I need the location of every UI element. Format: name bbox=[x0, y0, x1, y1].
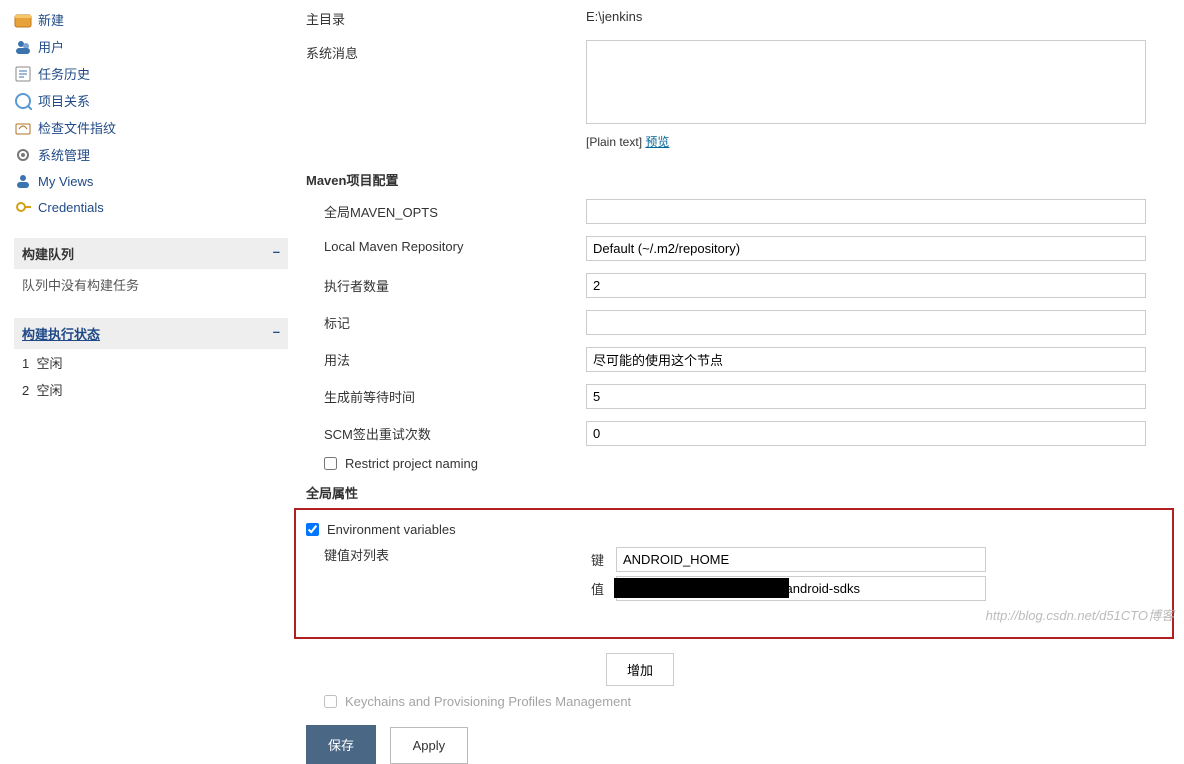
build-queue-empty: 队列中没有构建任务 bbox=[14, 269, 288, 300]
sidebar-item-new[interactable]: 新建 bbox=[14, 6, 288, 33]
executor-num: 2 bbox=[22, 383, 29, 398]
history-icon bbox=[14, 65, 32, 83]
maven-section-header: Maven项目配置 bbox=[306, 162, 1184, 193]
value-label: 值 bbox=[586, 579, 604, 598]
add-button[interactable]: 增加 bbox=[606, 653, 674, 686]
sidebar-item-manage[interactable]: 系统管理 bbox=[14, 141, 288, 168]
local-mvn-repo-label: Local Maven Repository bbox=[306, 236, 586, 254]
labels-label: 标记 bbox=[306, 310, 586, 332]
global-mvn-opts-input[interactable] bbox=[586, 199, 1146, 224]
executor-state: 空闲 bbox=[36, 356, 62, 371]
views-icon bbox=[14, 172, 32, 190]
sys-msg-helper: [Plain text] 预览 bbox=[586, 127, 1184, 156]
keychains-label: Keychains and Provisioning Profiles Mana… bbox=[345, 694, 631, 709]
watermark-text: http://blog.csdn.net/d51CTO博客 bbox=[986, 605, 1174, 624]
home-dir-label: 主目录 bbox=[306, 6, 586, 28]
sidebar-item-fingerprint[interactable]: 检查文件指纹 bbox=[14, 114, 288, 141]
sidebar-item-history[interactable]: 任务历史 bbox=[14, 60, 288, 87]
executor-row: 1 空闲 bbox=[14, 349, 288, 376]
sidebar-item-label: 系统管理 bbox=[38, 145, 90, 164]
home-dir-value: E:\jenkins bbox=[586, 6, 1184, 24]
sidebar-item-label: 任务历史 bbox=[38, 64, 90, 83]
sidebar-item-relations[interactable]: 项目关系 bbox=[14, 87, 288, 114]
build-exec-header: 构建执行状态 – bbox=[14, 318, 288, 349]
executor-state: 空闲 bbox=[36, 383, 62, 398]
collapse-icon[interactable]: – bbox=[273, 324, 280, 339]
build-queue-header: 构建队列 – bbox=[14, 238, 288, 269]
relations-icon bbox=[14, 92, 32, 110]
global-mvn-opts-label: 全局MAVEN_OPTS bbox=[306, 199, 586, 221]
sidebar-item-label: 项目关系 bbox=[38, 91, 90, 110]
redacted-icon bbox=[614, 578, 789, 598]
save-button[interactable]: 保存 bbox=[306, 725, 376, 764]
scm-retry-input[interactable] bbox=[586, 421, 1146, 446]
build-exec-title[interactable]: 构建执行状态 bbox=[22, 327, 100, 342]
usage-label: 用法 bbox=[306, 347, 586, 369]
sidebar-item-label: 用户 bbox=[38, 37, 64, 56]
restrict-naming-checkbox[interactable] bbox=[324, 457, 337, 470]
sidebar-item-my-views[interactable]: My Views bbox=[14, 168, 288, 194]
local-mvn-repo-select[interactable] bbox=[586, 236, 1146, 261]
sidebar-item-credentials[interactable]: Credentials bbox=[14, 194, 288, 220]
new-icon bbox=[14, 11, 32, 29]
build-queue-title: 构建队列 bbox=[22, 247, 74, 262]
sidebar-item-label: Credentials bbox=[38, 200, 104, 215]
apply-button[interactable]: Apply bbox=[390, 727, 469, 764]
restrict-naming-label: Restrict project naming bbox=[345, 456, 478, 471]
usage-select[interactable] bbox=[586, 347, 1146, 372]
sidebar-item-label: 新建 bbox=[38, 10, 64, 29]
sys-msg-textarea[interactable] bbox=[586, 40, 1146, 124]
executors-label: 执行者数量 bbox=[306, 273, 586, 295]
sidebar-item-label: 检查文件指纹 bbox=[38, 118, 116, 137]
env-vars-checkbox[interactable] bbox=[306, 523, 319, 536]
labels-input[interactable] bbox=[586, 310, 1146, 335]
preview-link[interactable]: 预览 bbox=[645, 135, 669, 149]
env-vars-label: Environment variables bbox=[327, 522, 456, 537]
executor-row: 2 空闲 bbox=[14, 376, 288, 403]
quiet-label: 生成前等待时间 bbox=[306, 384, 586, 406]
gear-icon bbox=[14, 146, 32, 164]
key-label: 键 bbox=[586, 550, 604, 569]
quiet-input[interactable] bbox=[586, 384, 1146, 409]
sidebar-item-label: My Views bbox=[38, 174, 93, 189]
plain-text-label: [Plain text] bbox=[586, 135, 642, 149]
collapse-icon[interactable]: – bbox=[273, 244, 280, 259]
credentials-icon bbox=[14, 198, 32, 216]
global-props-header: 全局属性 bbox=[306, 475, 1184, 506]
keychains-checkbox[interactable] bbox=[324, 695, 337, 708]
users-icon bbox=[14, 38, 32, 56]
scm-retry-label: SCM签出重试次数 bbox=[306, 421, 586, 443]
fingerprint-icon bbox=[14, 119, 32, 137]
env-key-input[interactable] bbox=[616, 547, 986, 572]
sys-msg-label: 系统消息 bbox=[306, 40, 586, 62]
executors-input[interactable] bbox=[586, 273, 1146, 298]
sidebar-item-users[interactable]: 用户 bbox=[14, 33, 288, 60]
kv-list-label: 键值对列表 bbox=[306, 541, 586, 601]
executor-num: 1 bbox=[22, 356, 29, 371]
